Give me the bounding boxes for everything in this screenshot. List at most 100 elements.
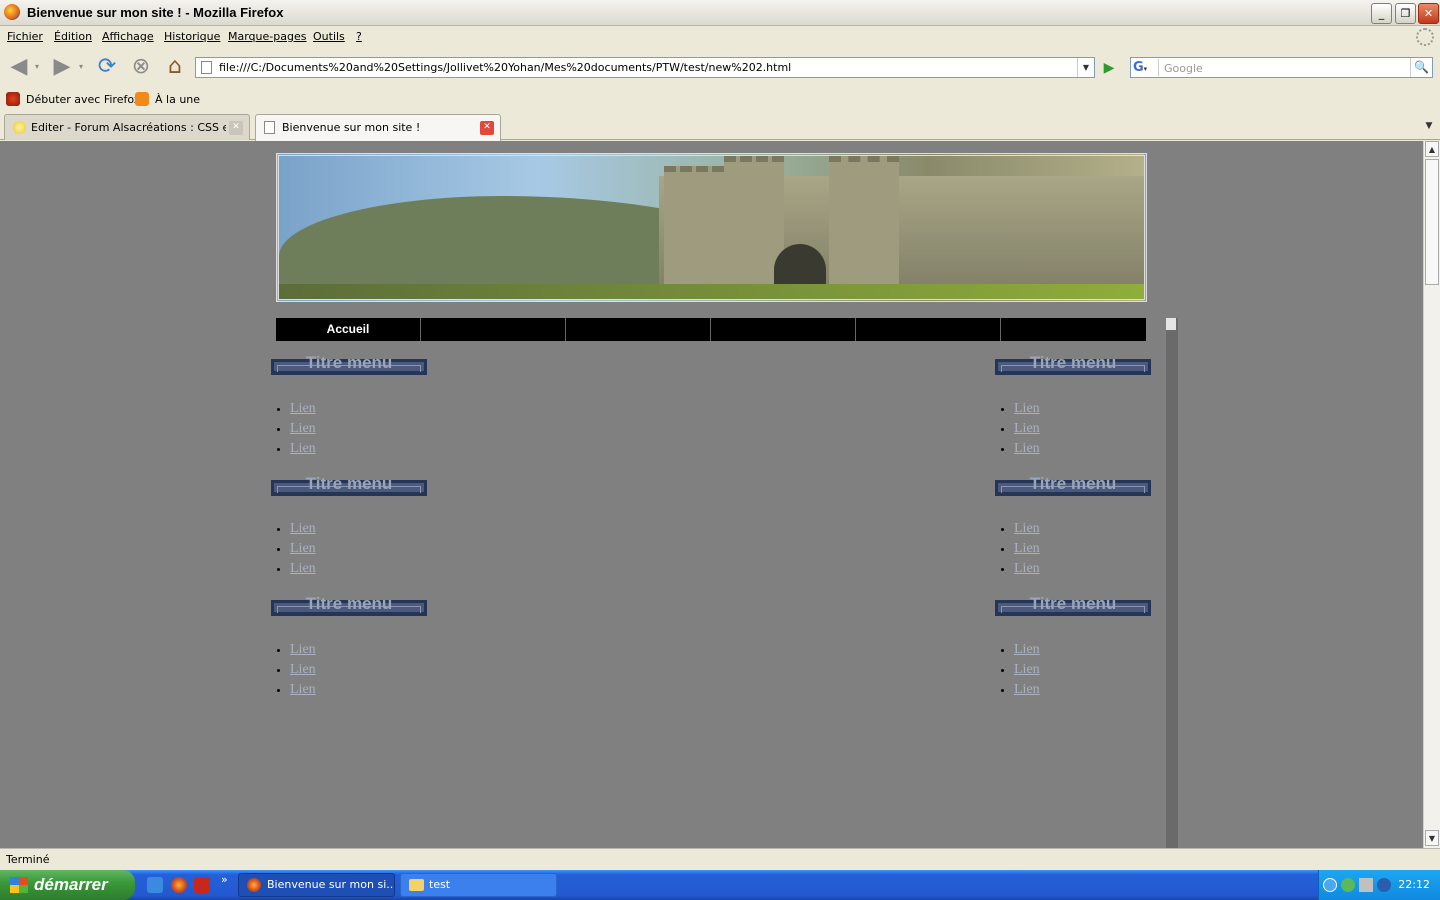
list-item: Lien [290,642,316,662]
search-icon[interactable]: 🔍 [1410,58,1432,77]
bookmark-a-la-une[interactable]: À la une [155,93,200,106]
list-item: Lien [290,682,316,702]
scroll-down-arrow[interactable]: ▼ [1425,830,1439,846]
tab-label: Editer - Forum Alsacréations : CSS et ..… [31,121,226,134]
window-title: Bienvenue sur mon site ! - Mozilla Firef… [27,5,284,20]
url-history-dropdown[interactable]: ▼ [1077,58,1094,77]
scroll-up-arrow[interactable]: ▲ [1425,141,1439,157]
menu-outils[interactable]: Outils [313,30,345,43]
site-nav-menu: Accueil [276,318,1146,341]
menu-link[interactable]: Lien [290,642,316,657]
network-icon[interactable] [1359,878,1373,892]
menu-link[interactable]: Lien [1014,521,1040,536]
vertical-scrollbar[interactable]: ▲ ▼ [1423,141,1440,848]
search-engine-selector[interactable]: G▾ [1133,59,1159,76]
menu-link[interactable]: Lien [1014,401,1040,416]
page-icon [264,121,275,134]
search-placeholder[interactable]: Google [1164,62,1203,75]
right-menu-title: Titre menu [995,353,1151,375]
menu-link[interactable]: Lien [290,561,316,576]
security-icon[interactable] [1377,878,1391,892]
clock: 22:12 [1398,878,1430,891]
messenger-icon[interactable] [1341,878,1355,892]
menu-title-text: Titre menu [1029,474,1117,493]
bookmark-debuter-avec-firefox[interactable]: Débuter avec Firefox [26,93,140,106]
tab-forum[interactable]: Editer - Forum Alsacréations : CSS et ..… [4,114,250,140]
nav-item-6[interactable] [1001,318,1146,341]
menu-aide[interactable]: ? [356,30,362,43]
list-item: Lien [1014,662,1040,682]
home-button[interactable]: ⌂ [160,53,190,81]
menu-link[interactable]: Lien [1014,561,1040,576]
minimize-button[interactable]: _ [1371,3,1392,24]
list-item: Lien [1014,521,1040,541]
tray-expand-icon[interactable] [1323,878,1337,892]
menu-link[interactable]: Lien [290,401,316,416]
page-viewport: Accueil Titre menu Lien Lien Lien Titre … [0,141,1423,848]
bookmarks-toolbar: Débuter avec Firefox À la une [0,86,1440,112]
nav-item-3[interactable] [566,318,711,341]
stop-button[interactable]: ⊗ [126,53,156,81]
menu-link[interactable]: Lien [290,521,316,536]
nav-item-2[interactable] [421,318,566,341]
banner-tower [664,166,724,299]
firefox-quicklaunch-icon[interactable] [171,877,187,893]
go-button[interactable]: ▶ [1098,58,1120,78]
menu-link[interactable]: Lien [1014,642,1040,657]
page-icon [201,61,212,74]
restore-button[interactable]: ❐ [1395,3,1416,24]
search-box[interactable]: G▾ Google 🔍 [1130,57,1433,78]
left-menu-title: Titre menu [271,353,427,375]
window-title-bar: Bienvenue sur mon site ! - Mozilla Firef… [0,0,1440,26]
menu-link[interactable]: Lien [1014,441,1040,456]
menu-marque-pages[interactable]: Marque-pages [228,30,306,43]
taskbar: démarrer » Bienvenue sur mon si... test … [0,870,1440,900]
forward-history-dropdown[interactable]: ▾ [74,53,88,81]
task-firefox[interactable]: Bienvenue sur mon si... [238,873,395,897]
menu-link[interactable]: Lien [290,421,316,436]
overflowing-content-strip [1166,318,1178,848]
quicklaunch-more-icon[interactable]: » [221,873,228,886]
back-history-dropdown[interactable]: ▾ [30,53,44,81]
list-item: Lien [290,421,316,441]
menu-link[interactable]: Lien [290,441,316,456]
menu-affichage[interactable]: Affichage [102,30,154,43]
close-tab-icon[interactable]: ✕ [480,121,494,135]
forward-button[interactable]: ▶ [47,53,77,81]
list-item: Lien [1014,421,1040,441]
tab-list-dropdown[interactable]: ▼ [1421,117,1437,135]
menu-historique[interactable]: Historique [164,30,220,43]
menu-fichier[interactable]: Fichier [7,30,43,43]
task-label: Bienvenue sur mon si... [267,878,395,891]
list-item: Lien [1014,441,1040,461]
menu-edition[interactable]: Édition [54,30,92,43]
scroll-thumb[interactable] [1425,159,1439,285]
nav-item-5[interactable] [856,318,1001,341]
nav-item-4[interactable] [711,318,856,341]
menu-title-text: Titre menu [305,353,393,372]
tab-bienvenue[interactable]: Bienvenue sur mon site ! ✕ [255,114,501,141]
status-text: Terminé [6,853,50,866]
menu-link[interactable]: Lien [290,662,316,677]
reload-button[interactable]: ⟳ [92,53,122,81]
url-text[interactable]: file:///C:/Documents%20and%20Settings/Jo… [219,61,791,74]
menu-link[interactable]: Lien [1014,421,1040,436]
menu-link[interactable]: Lien [290,541,316,556]
start-button[interactable]: démarrer [0,870,135,900]
filezilla-icon[interactable] [194,877,210,893]
task-folder-test[interactable]: test [400,873,557,897]
menu-title-text: Titre menu [1029,353,1117,372]
firefox-icon [247,878,261,892]
ie-icon[interactable] [147,877,163,893]
nav-accueil[interactable]: Accueil [276,318,421,341]
menu-link[interactable]: Lien [290,682,316,697]
menu-link[interactable]: Lien [1014,541,1040,556]
close-tab-icon[interactable]: ✕ [229,121,243,135]
menu-link[interactable]: Lien [1014,682,1040,697]
list-item: Lien [1014,561,1040,581]
url-bar[interactable]: file:///C:/Documents%20and%20Settings/Jo… [195,57,1095,78]
banner-grass [279,284,1144,299]
left-menu-links: Lien Lien Lien [290,401,316,461]
close-window-button[interactable]: ✕ [1418,3,1439,24]
menu-link[interactable]: Lien [1014,662,1040,677]
